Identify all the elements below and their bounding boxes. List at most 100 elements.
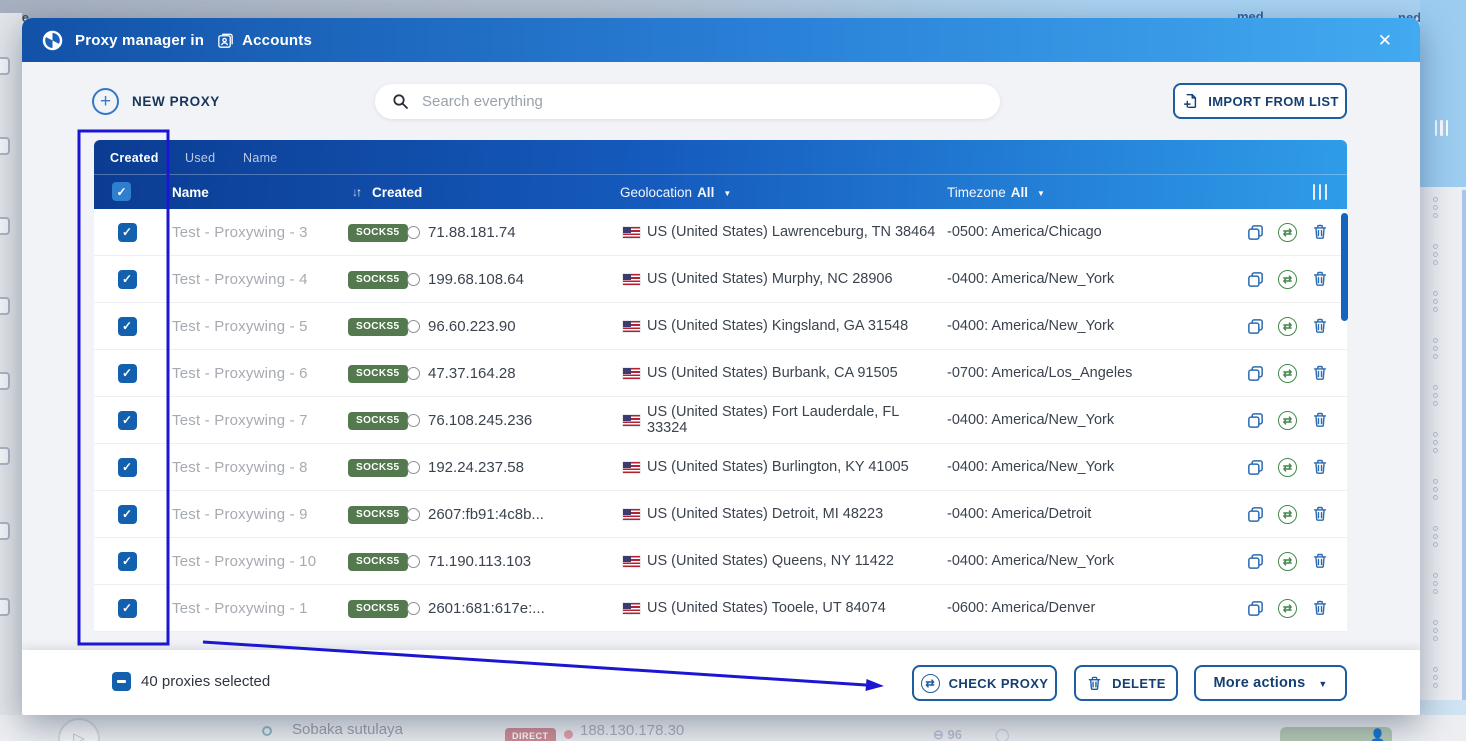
copy-icon[interactable]: [1246, 223, 1265, 242]
column-timezone[interactable]: TimezoneAll ▼: [947, 175, 1045, 209]
import-from-list-button[interactable]: IMPORT FROM LIST: [1173, 83, 1347, 119]
proxy-ip: 71.88.181.74: [428, 224, 516, 241]
copy-icon[interactable]: [1246, 270, 1265, 289]
copy-icon[interactable]: [1246, 317, 1265, 336]
table-row[interactable]: ✓ Test - Proxywing - 3 SOCKS5 71.88.181.…: [94, 209, 1347, 256]
column-created[interactable]: ↓↑ Created: [352, 175, 422, 209]
table-row[interactable]: ✓ Test - Proxywing - 4 SOCKS5 199.68.108…: [94, 256, 1347, 303]
proxy-table: Created Used Name ✓ Name ↓↑ Created Geol…: [94, 140, 1347, 632]
background-circle-icon: ◯: [995, 727, 1010, 741]
proxy-timezone: -0700: America/Los_Angeles: [940, 365, 1240, 381]
trash-icon[interactable]: [1310, 317, 1329, 336]
check-proxy-icon[interactable]: ⇄: [1278, 599, 1297, 618]
copy-icon[interactable]: [1246, 505, 1265, 524]
check-proxy-icon[interactable]: ⇄: [1278, 364, 1297, 383]
protocol-badge: SOCKS5: [348, 318, 408, 336]
more-actions-button[interactable]: More actions ▼: [1194, 665, 1347, 701]
recheck-icon: ⇄: [921, 674, 940, 693]
trash-icon[interactable]: [1310, 505, 1329, 524]
copy-icon[interactable]: [1246, 458, 1265, 477]
background-dots-icon: [1433, 526, 1438, 547]
delete-button[interactable]: DELETE: [1074, 665, 1178, 701]
trash-icon[interactable]: [1310, 411, 1329, 430]
column-name[interactable]: Name: [172, 175, 209, 209]
search-bar[interactable]: [375, 84, 1000, 119]
modal-header: Proxy manager in Accounts ✕: [22, 18, 1420, 62]
check-proxy-icon[interactable]: ⇄: [1278, 411, 1297, 430]
select-all-checkbox[interactable]: ✓: [112, 182, 131, 201]
row-checkbox[interactable]: ✓: [118, 223, 137, 242]
chevron-down-icon: ▼: [1318, 679, 1327, 689]
row-checkbox[interactable]: ✓: [118, 552, 137, 571]
proxy-ip: 47.37.164.28: [428, 365, 516, 382]
row-checkbox[interactable]: ✓: [118, 364, 137, 383]
check-proxy-icon[interactable]: ⇄: [1278, 458, 1297, 477]
sort-tabs: Created Used Name: [94, 140, 1347, 175]
background-person-icon: 👤: [1370, 728, 1385, 741]
import-file-icon: [1181, 92, 1199, 110]
table-row[interactable]: ✓ Test - Proxywing - 8 SOCKS5 192.24.237…: [94, 444, 1347, 491]
profile-proxy-ip: 188.130.178.30: [580, 722, 684, 739]
trash-icon[interactable]: [1310, 599, 1329, 618]
column-geolocation[interactable]: GeolocationAll ▼: [620, 175, 731, 209]
background-dots-icon: [1433, 291, 1438, 312]
proxy-timezone: -0400: America/New_York: [940, 318, 1240, 334]
proxy-manager-modal: Proxy manager in Accounts ✕ + NEW PROXY: [22, 18, 1420, 715]
table-row[interactable]: ✓ Test - Proxywing - 10 SOCKS5 71.190.11…: [94, 538, 1347, 585]
table-row[interactable]: ✓ Test - Proxywing - 5 SOCKS5 96.60.223.…: [94, 303, 1347, 350]
row-checkbox[interactable]: ✓: [118, 505, 137, 524]
background-dots-icon: [1433, 197, 1438, 218]
proxy-timezone: -0500: America/Chicago: [940, 224, 1240, 240]
status-circle-icon: [407, 555, 420, 568]
trash-icon[interactable]: [1310, 552, 1329, 571]
background-checkbox: [0, 598, 10, 616]
status-circle-icon: [407, 508, 420, 521]
trash-icon[interactable]: [1310, 270, 1329, 289]
row-checkbox[interactable]: ✓: [118, 317, 137, 336]
proxy-ip: 199.68.108.64: [428, 271, 524, 288]
check-proxy-icon[interactable]: ⇄: [1278, 552, 1297, 571]
close-icon[interactable]: ✕: [1370, 28, 1400, 53]
tab-used[interactable]: Used: [185, 140, 215, 175]
copy-icon[interactable]: [1246, 411, 1265, 430]
search-input[interactable]: [422, 93, 994, 110]
check-proxy-button[interactable]: ⇄ CHECK PROXY: [912, 665, 1057, 701]
proxy-geolocation: US (United States) Kingsland, GA 31548: [647, 318, 908, 334]
check-proxy-icon[interactable]: ⇄: [1278, 270, 1297, 289]
table-scrollbar[interactable]: [1341, 213, 1348, 321]
row-checkbox[interactable]: ✓: [118, 270, 137, 289]
accounts-icon: [216, 31, 235, 50]
selection-checkbox-indeterminate[interactable]: [112, 672, 131, 691]
row-checkbox[interactable]: ✓: [118, 411, 137, 430]
trash-icon[interactable]: [1310, 364, 1329, 383]
background-checkbox: [0, 217, 10, 235]
check-proxy-icon[interactable]: ⇄: [1278, 505, 1297, 524]
proxy-name: Test - Proxywing - 9: [160, 506, 340, 523]
table-row[interactable]: ✓ Test - Proxywing - 6 SOCKS5 47.37.164.…: [94, 350, 1347, 397]
table-row[interactable]: ✓ Test - Proxywing - 7 SOCKS5 76.108.245…: [94, 397, 1347, 444]
tab-name[interactable]: Name: [243, 140, 278, 175]
proxy-ip: 2601:681:617e:...: [428, 600, 545, 617]
new-proxy-button[interactable]: + NEW PROXY: [92, 84, 220, 118]
status-circle-icon: [407, 226, 420, 239]
row-checkbox[interactable]: ✓: [118, 599, 137, 618]
table-row[interactable]: ✓ Test - Proxywing - 1 SOCKS5 2601:681:6…: [94, 585, 1347, 632]
tab-created[interactable]: Created: [110, 140, 159, 175]
trash-icon[interactable]: [1310, 223, 1329, 242]
check-proxy-icon[interactable]: ⇄: [1278, 317, 1297, 336]
proxy-ip: 76.108.245.236: [428, 412, 532, 429]
protocol-badge: SOCKS5: [348, 600, 408, 618]
row-checkbox[interactable]: ✓: [118, 458, 137, 477]
us-flag-icon: [623, 321, 640, 332]
column-settings-icon[interactable]: [1313, 184, 1328, 200]
table-row[interactable]: ✓ Test - Proxywing - 9 SOCKS5 2607:fb91:…: [94, 491, 1347, 538]
copy-icon[interactable]: [1246, 552, 1265, 571]
check-proxy-icon[interactable]: ⇄: [1278, 223, 1297, 242]
chevron-down-icon: ▼: [723, 189, 731, 198]
background-dots-icon: [1433, 385, 1438, 406]
proxy-geolocation: US (United States) Tooele, UT 84074: [647, 600, 886, 616]
proxy-geolocation: US (United States) Burlington, KY 41005: [647, 459, 909, 475]
copy-icon[interactable]: [1246, 364, 1265, 383]
trash-icon[interactable]: [1310, 458, 1329, 477]
copy-icon[interactable]: [1246, 599, 1265, 618]
